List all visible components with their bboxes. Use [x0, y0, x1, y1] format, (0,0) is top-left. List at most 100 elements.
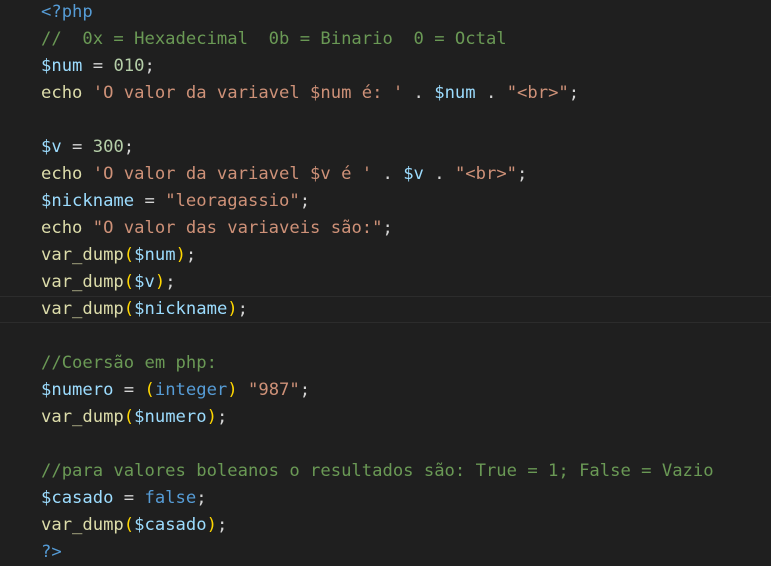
code-token: ): [154, 272, 166, 292]
code-token: ): [206, 515, 217, 535]
code-token: echo: [41, 218, 93, 238]
code-token: =: [113, 488, 145, 508]
code-line-text: $num = 010;: [41, 53, 155, 80]
code-line-text: echo "O valor das variaveis são:";: [41, 215, 393, 242]
code-token: ): [206, 407, 217, 427]
code-token: $v: [403, 164, 424, 184]
code-line-text: $casado = false;: [41, 485, 207, 512]
code-token: 'O valor da variavel $num é: ': [92, 83, 404, 103]
code-token: 010: [113, 56, 145, 76]
code-token: ?>: [41, 542, 62, 562]
code-token: ): [175, 245, 186, 265]
code-token: ;: [299, 191, 311, 211]
code-line[interactable]: echo 'O valor da variavel $v é ' . $v . …: [0, 161, 771, 188]
code-token: =: [134, 191, 166, 211]
code-line[interactable]: [0, 107, 771, 134]
code-line-text: // 0x = Hexadecimal 0b = Binario 0 = Oct…: [41, 26, 507, 53]
code-line[interactable]: var_dump($v);: [0, 269, 771, 296]
code-line[interactable]: var_dump($nickname);: [0, 296, 771, 323]
code-token: <?php: [41, 2, 93, 22]
code-token: (: [123, 299, 135, 319]
code-line-text: var_dump($v);: [41, 269, 176, 296]
code-line-text: $v = 300;: [41, 134, 134, 161]
code-line[interactable]: [0, 323, 771, 350]
code-token: .: [372, 164, 404, 184]
code-token: ;: [517, 164, 528, 184]
code-token: "O valor das variaveis são:": [92, 218, 383, 238]
code-editor[interactable]: <?php // 0x = Hexadecimal 0b = Binario 0 …: [0, 0, 771, 562]
code-line-text: var_dump($casado);: [41, 512, 227, 539]
code-token: var_dump: [41, 407, 124, 427]
code-token: ;: [382, 218, 393, 238]
code-token: $nickname: [41, 191, 135, 211]
code-token: $num: [41, 56, 83, 76]
code-line-text: //para valores boleanos o resultados são…: [41, 458, 714, 485]
code-token: $casado: [134, 515, 207, 535]
code-token: $numero: [41, 380, 114, 400]
code-line[interactable]: [0, 431, 771, 458]
code-token: $num: [434, 83, 476, 103]
code-token: (: [123, 407, 135, 427]
code-token: ;: [568, 83, 580, 103]
code-token: =: [61, 137, 93, 157]
code-token: 300: [92, 137, 124, 157]
code-token: ;: [216, 515, 228, 535]
code-token: (: [123, 272, 135, 292]
code-line[interactable]: $casado = false;: [0, 485, 771, 512]
code-token: ;: [299, 380, 311, 400]
code-line[interactable]: echo 'O valor da variavel $num é: ' . $n…: [0, 80, 771, 107]
code-token: echo: [41, 83, 93, 103]
code-token: // 0x = Hexadecimal 0b = Binario 0 = Oct…: [41, 29, 507, 49]
code-token: 'O valor da variavel $v é ': [92, 164, 373, 184]
code-token: "987": [248, 380, 300, 400]
code-line[interactable]: var_dump($num);: [0, 242, 771, 269]
code-line-text: $nickname = "leoragassio";: [41, 188, 310, 215]
code-token: $num: [134, 245, 176, 265]
code-token: "<br>": [506, 83, 569, 103]
code-line-text: echo 'O valor da variavel $v é ' . $v . …: [41, 161, 527, 188]
code-token: ;: [196, 488, 207, 508]
code-line-text: $numero = (integer) "987";: [41, 377, 310, 404]
code-line[interactable]: $num = 010;: [0, 53, 771, 80]
code-token: ): [227, 299, 238, 319]
code-line-text: echo 'O valor da variavel $num é: ' . $n…: [41, 80, 579, 107]
code-token: .: [423, 164, 455, 184]
code-line[interactable]: $numero = (integer) "987";: [0, 377, 771, 404]
code-token: ;: [165, 272, 176, 292]
code-line[interactable]: //para valores boleanos o resultados são…: [0, 458, 771, 485]
code-line-text: var_dump($nickname);: [41, 297, 248, 322]
code-token: var_dump: [41, 272, 124, 292]
code-token: ): [227, 380, 238, 400]
code-token: .: [403, 83, 435, 103]
code-token: ;: [185, 245, 197, 265]
code-line[interactable]: var_dump($casado);: [0, 512, 771, 539]
code-line[interactable]: $nickname = "leoragassio";: [0, 188, 771, 215]
code-token: $v: [134, 272, 155, 292]
code-token: =: [82, 56, 114, 76]
code-token: //Coersão em php:: [41, 353, 217, 373]
code-token: echo: [41, 164, 93, 184]
code-token: var_dump: [41, 515, 124, 535]
code-line[interactable]: // 0x = Hexadecimal 0b = Binario 0 = Oct…: [0, 26, 771, 53]
code-line[interactable]: var_dump($numero);: [0, 404, 771, 431]
code-line-text: var_dump($num);: [41, 242, 196, 269]
code-token: "<br>": [454, 164, 518, 184]
code-token: var_dump: [41, 245, 124, 265]
code-token: ;: [237, 299, 249, 319]
code-token: (: [123, 515, 135, 535]
code-token: var_dump: [41, 299, 124, 319]
code-line[interactable]: <?php: [0, 0, 771, 26]
code-token: ;: [216, 407, 228, 427]
code-token: =: [113, 380, 145, 400]
code-line[interactable]: //Coersão em php:: [0, 350, 771, 377]
code-line[interactable]: echo "O valor das variaveis são:";: [0, 215, 771, 242]
code-line[interactable]: $v = 300;: [0, 134, 771, 161]
code-token: $numero: [134, 407, 207, 427]
code-line-text: var_dump($numero);: [41, 404, 227, 431]
code-line-text: <?php: [41, 0, 93, 26]
code-token: integer: [154, 380, 228, 400]
code-line-text: //Coersão em php:: [41, 350, 217, 377]
code-token: //para valores boleanos o resultados são…: [41, 461, 714, 481]
code-token: $nickname: [134, 299, 228, 319]
